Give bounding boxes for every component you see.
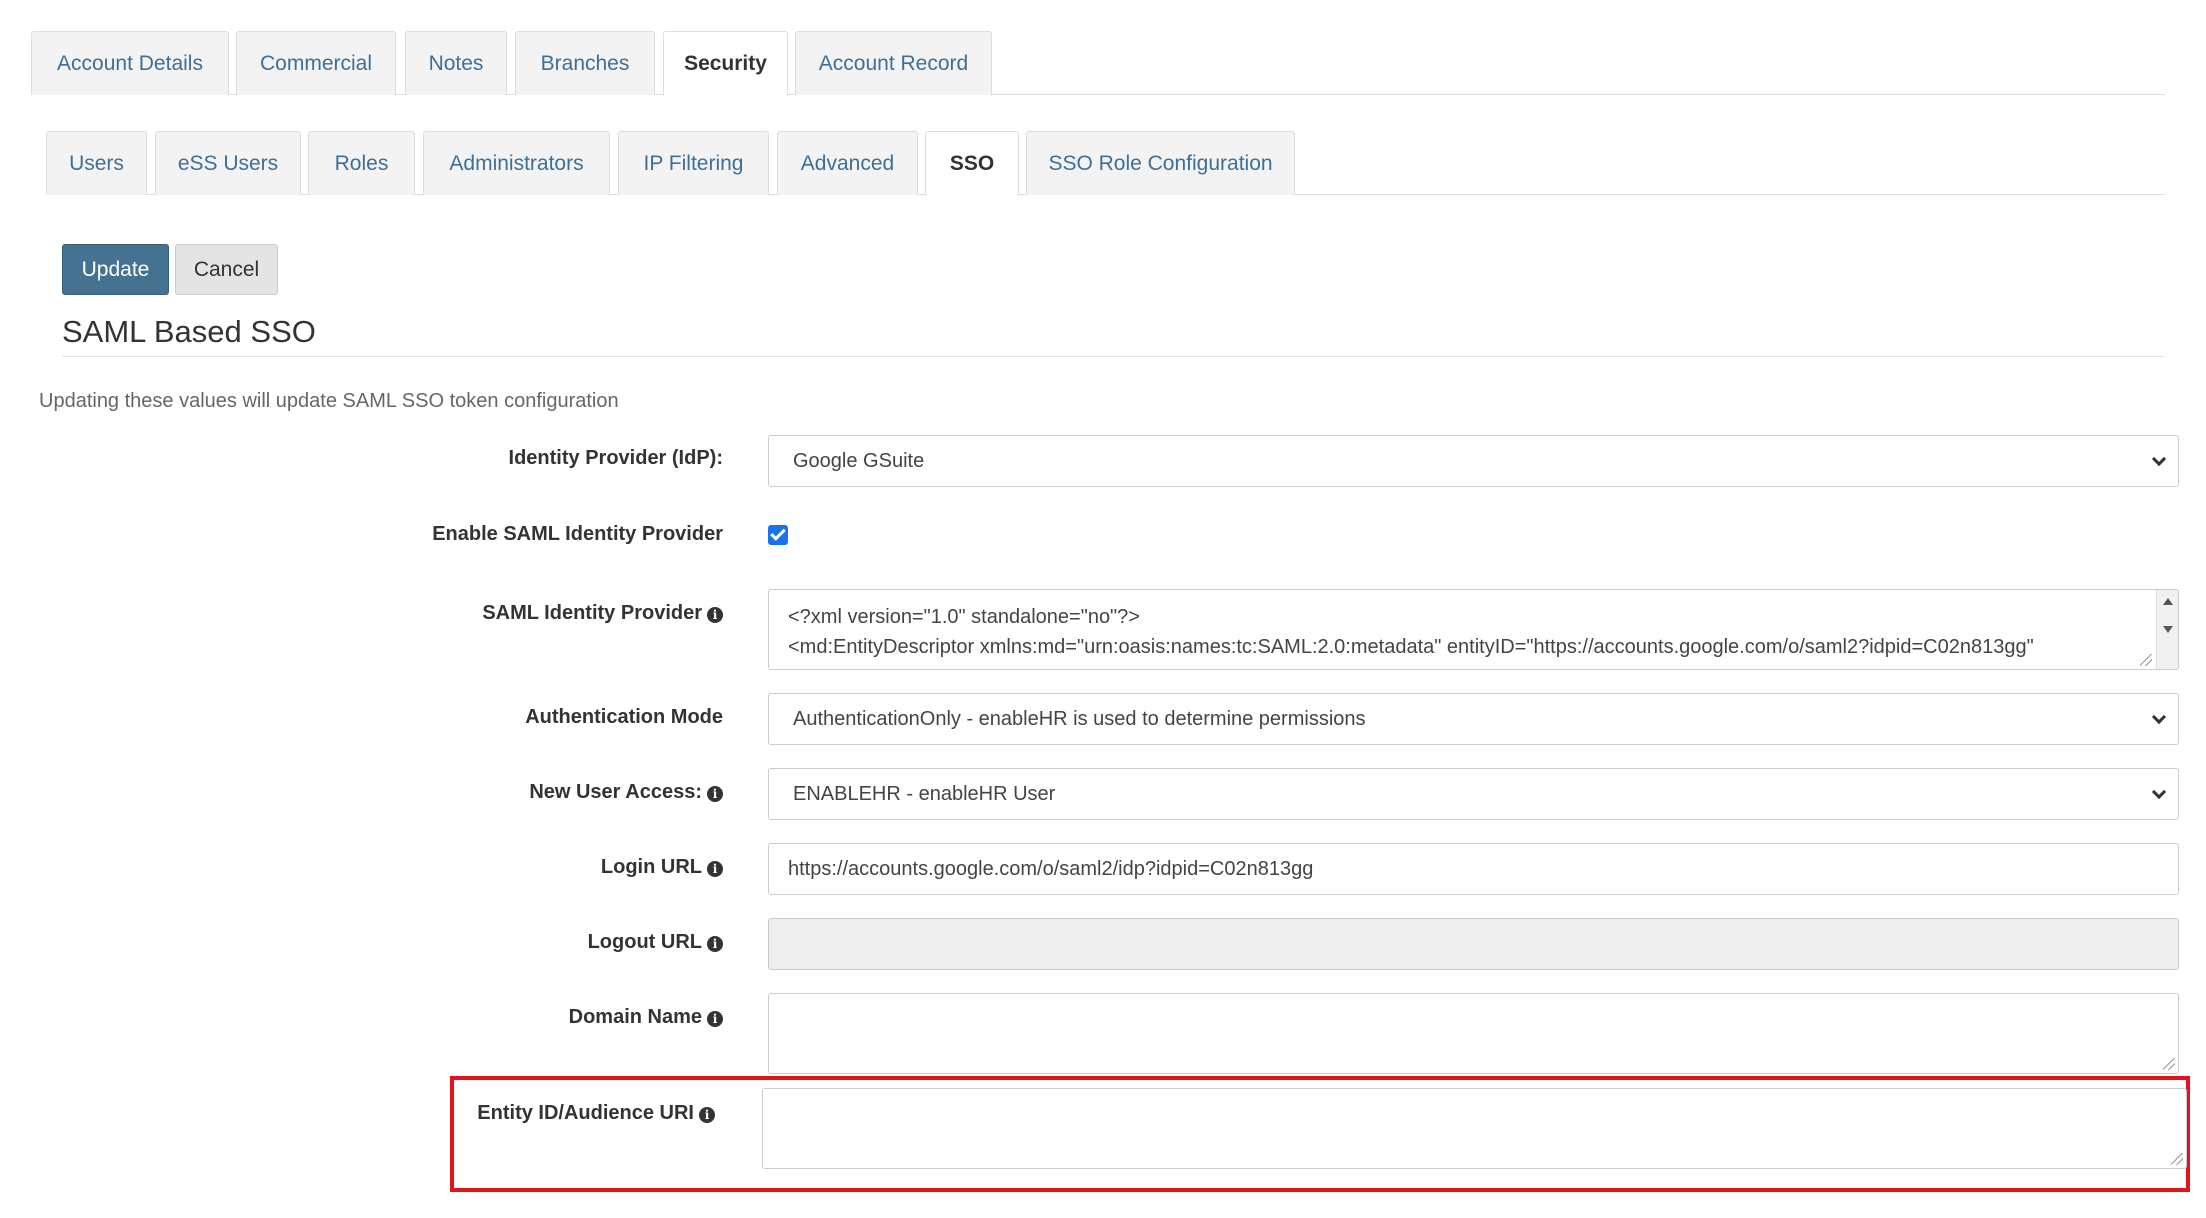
tab-account-details[interactable]: Account Details [31, 31, 229, 95]
enable-saml-checkbox[interactable] [768, 525, 788, 545]
info-icon: i [707, 861, 723, 877]
domain-name-textarea[interactable] [768, 993, 2179, 1074]
auth-mode-label: Authentication Mode [525, 706, 723, 728]
chevron-down-icon [2151, 709, 2167, 725]
tab-commercial[interactable]: Commercial [236, 31, 396, 95]
tab-sso[interactable]: SSO [925, 131, 1019, 196]
enable-saml-label: Enable SAML Identity Provider [432, 523, 723, 545]
tab-sso-role-configuration[interactable]: SSO Role Configuration [1026, 131, 1295, 195]
chevron-down-icon [2151, 784, 2167, 800]
main-tabbar: Account Details Commercial Notes Branche… [31, 31, 2165, 96]
tab-notes[interactable]: Notes [405, 31, 507, 95]
idp-select[interactable]: Google GSuite [768, 435, 2179, 487]
cancel-button[interactable]: Cancel [175, 244, 278, 295]
entity-id-label: Entity ID/Audience URI i [477, 1102, 715, 1125]
login-url-value: https://accounts.google.com/o/saml2/idp?… [788, 858, 1314, 880]
tab-branches[interactable]: Branches [515, 31, 655, 95]
chevron-down-icon [2151, 451, 2167, 467]
new-user-access-value: ENABLEHR - enableHR User [793, 783, 1056, 805]
entity-id-textarea[interactable] [762, 1088, 2187, 1169]
update-button[interactable]: Update [62, 244, 169, 295]
idp-select-value: Google GSuite [793, 450, 925, 472]
help-text: Updating these values will update SAML S… [39, 390, 619, 412]
saml-idp-textarea[interactable]: <?xml version="1.0" standalone="no"?> <m… [768, 589, 2179, 670]
new-user-access-select[interactable]: ENABLEHR - enableHR User [768, 768, 2179, 820]
tab-security[interactable]: Security [663, 31, 788, 96]
tab-users[interactable]: Users [46, 131, 147, 195]
resize-grip-icon[interactable] [2171, 1153, 2183, 1165]
info-icon: i [699, 1107, 715, 1123]
saml-line-1: <?xml version="1.0" standalone="no"?> [788, 606, 1140, 628]
saml-line-2: <md:EntityDescriptor xmlns:md="urn:oasis… [788, 636, 2034, 658]
tab-advanced[interactable]: Advanced [777, 131, 918, 195]
info-icon: i [707, 936, 723, 952]
info-icon: i [707, 607, 723, 623]
resize-grip-icon[interactable] [2140, 654, 2152, 666]
info-icon: i [707, 786, 723, 802]
section-title: SAML Based SSO [62, 312, 2165, 357]
logout-url-input[interactable] [768, 918, 2179, 970]
info-icon: i [707, 1011, 723, 1027]
login-url-label: Login URL i [601, 856, 723, 879]
new-user-access-label: New User Access: i [529, 781, 723, 804]
tab-ess-users[interactable]: eSS Users [155, 131, 301, 195]
scroll-up-icon[interactable] [2163, 598, 2173, 605]
security-tabbar: Users eSS Users Roles Administrators IP … [46, 131, 2165, 196]
domain-name-label: Domain Name i [569, 1006, 723, 1029]
logout-url-label: Logout URL i [588, 931, 723, 954]
auth-mode-value: AuthenticationOnly - enableHR is used to… [793, 708, 1366, 730]
login-url-input[interactable]: https://accounts.google.com/o/saml2/idp?… [768, 843, 2179, 895]
tab-administrators[interactable]: Administrators [423, 131, 610, 195]
tab-account-record[interactable]: Account Record [795, 31, 992, 95]
tab-roles[interactable]: Roles [308, 131, 415, 195]
resize-grip-icon[interactable] [2163, 1058, 2175, 1070]
scrollbar[interactable] [2156, 590, 2178, 669]
tab-ip-filtering[interactable]: IP Filtering [618, 131, 769, 195]
scroll-down-icon[interactable] [2163, 626, 2173, 633]
auth-mode-select[interactable]: AuthenticationOnly - enableHR is used to… [768, 693, 2179, 745]
idp-label: Identity Provider (IdP): [508, 447, 723, 469]
saml-idp-label: SAML Identity Provider i [482, 602, 723, 625]
